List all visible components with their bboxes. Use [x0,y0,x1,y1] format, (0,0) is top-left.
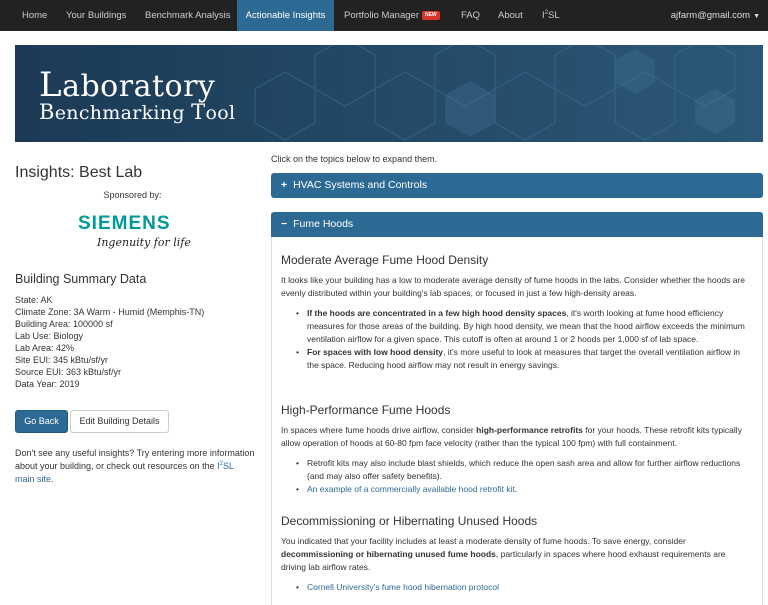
summary-row: Site EUI: 345 kBtu/sf/yr [15,355,109,365]
section-title: Decommissioning or Hibernating Unused Ho… [281,514,538,528]
panel-fume-hoods[interactable]: − Fume Hoods [271,212,763,237]
section-high-performance: High-Performance Fume Hoods In spaces wh… [281,403,751,496]
summary-row: Data Year: 2019 [15,379,80,389]
nav-faq[interactable]: FAQ [461,0,480,31]
retrofit-kit-link[interactable]: An example of a commercially available h… [307,484,515,494]
summary-row: State: AK [15,295,53,305]
summary-row: Source EUI: 363 kBtu/sf/yr [15,367,122,377]
user-email: ajfarm@gmail.com [670,10,751,21]
nav-portfolio-label: Portfolio Manager [344,10,419,21]
banner-cap-t: T [191,100,206,124]
go-back-button[interactable]: Go Back [15,410,68,433]
summary-row: Lab Use: Biology [15,331,84,341]
section-title: Moderate Average Fume Hood Density [281,253,489,267]
list-item: An example of a commercially available h… [281,483,751,496]
section-bullets: Retrofit kits may also include blast shi… [281,457,751,496]
banner-title-line1: Laboratory [39,65,215,105]
section-bullets: If the hoods are concentrated in a few h… [281,307,751,372]
nav-your-buildings[interactable]: Your Buildings [66,0,126,31]
nav-benchmark-analysis[interactable]: Benchmark Analysis [145,0,231,31]
banner-cap-b: B [39,100,55,124]
intro-pre: In spaces where fume hoods drive airflow… [281,425,477,435]
nav-portfolio-manager[interactable]: Portfolio Manager NEW [344,0,440,31]
section-bullets: Cornell University's fume hood hibernati… [281,581,751,594]
banner-cap-l: L [39,65,63,105]
list-item: Cornell University's fume hood hibernati… [281,581,751,594]
chevron-down-icon: ▼ [753,13,760,20]
top-navbar: Home Your Buildings Benchmark Analysis A… [0,0,768,31]
edit-building-details-button[interactable]: Edit Building Details [70,410,169,433]
section-intro: It looks like your building has a low to… [281,275,745,298]
summary-row: Lab Area: 42% [15,343,75,353]
banner-rest-l: aboratory [62,69,216,104]
nav-home[interactable]: Home [22,0,47,31]
panel-title: Fume Hoods [293,218,354,230]
list-item: For spaces with low hood density, it's m… [281,346,751,372]
i2sl-post: SL [547,10,560,21]
hero-banner: Laboratory Benchmarking Tool [15,45,763,142]
nav-actionable-insights[interactable]: Actionable Insights [237,0,334,31]
intro-pre: You indicated that your facility include… [281,536,686,546]
expand-hint: Click on the topics below to expand them… [271,154,438,164]
bullet-bold: For spaces with low hood density [307,347,444,357]
section-title: High-Performance Fume Hoods [281,403,451,417]
user-menu[interactable]: ajfarm@gmail.com ▼ [671,0,760,31]
intro-bold: high-performance retrofits [476,425,583,435]
section-intro: You indicated that your facility include… [281,535,751,574]
list-item: If the hoods are concentrated in a few h… [281,307,751,346]
summary-row: Climate Zone: 3A Warm - Humid (Memphis-T… [15,307,205,317]
banner-rest-t: ool [205,102,236,124]
section-intro: In spaces where fume hoods drive airflow… [281,424,751,450]
cornell-protocol-link[interactable]: Cornell University's fume hood hibernati… [307,582,499,592]
insights-title: Insights: Best Lab [15,164,143,181]
panel-hvac-systems[interactable]: + HVAC Systems and Controls [271,173,763,198]
sponsored-by-label: Sponsored by: [103,190,162,200]
note-end: . [51,474,54,484]
bullet-text: Retrofit kits may also include blast shi… [307,458,741,481]
new-badge: NEW [421,10,440,20]
summary-title: Building Summary Data [15,272,147,286]
list-item: Retrofit kits may also include blast shi… [281,457,751,483]
nav-about[interactable]: About [498,0,523,31]
bullet-end: . [514,484,518,494]
summary-row: Building Area: 100000 sf [15,319,113,329]
bullet-bold: If the hoods are concentrated in a few h… [307,308,567,318]
intro-bold: decommissioning or hibernating unused fu… [281,549,496,559]
plus-icon: + [281,179,288,191]
sponsor-logo: SIEMENS [78,213,171,234]
section-decommissioning: Decommissioning or Hibernating Unused Ho… [281,514,751,594]
minus-icon: − [281,218,288,230]
banner-title-line2: Benchmarking Tool [39,100,235,124]
panel-title: HVAC Systems and Controls [293,179,428,191]
section-moderate-density: Moderate Average Fume Hood Density It lo… [281,253,751,372]
sponsor-tagline: Ingenuity for life [97,236,191,249]
nav-i2sl[interactable]: I2SL [542,0,560,31]
summary-list: State: AK Climate Zone: 3A Warm - Humid … [15,294,204,390]
resources-note: Don't see any useful insights? Try enter… [15,447,255,486]
banner-rest-b: enchmarking [54,102,192,124]
